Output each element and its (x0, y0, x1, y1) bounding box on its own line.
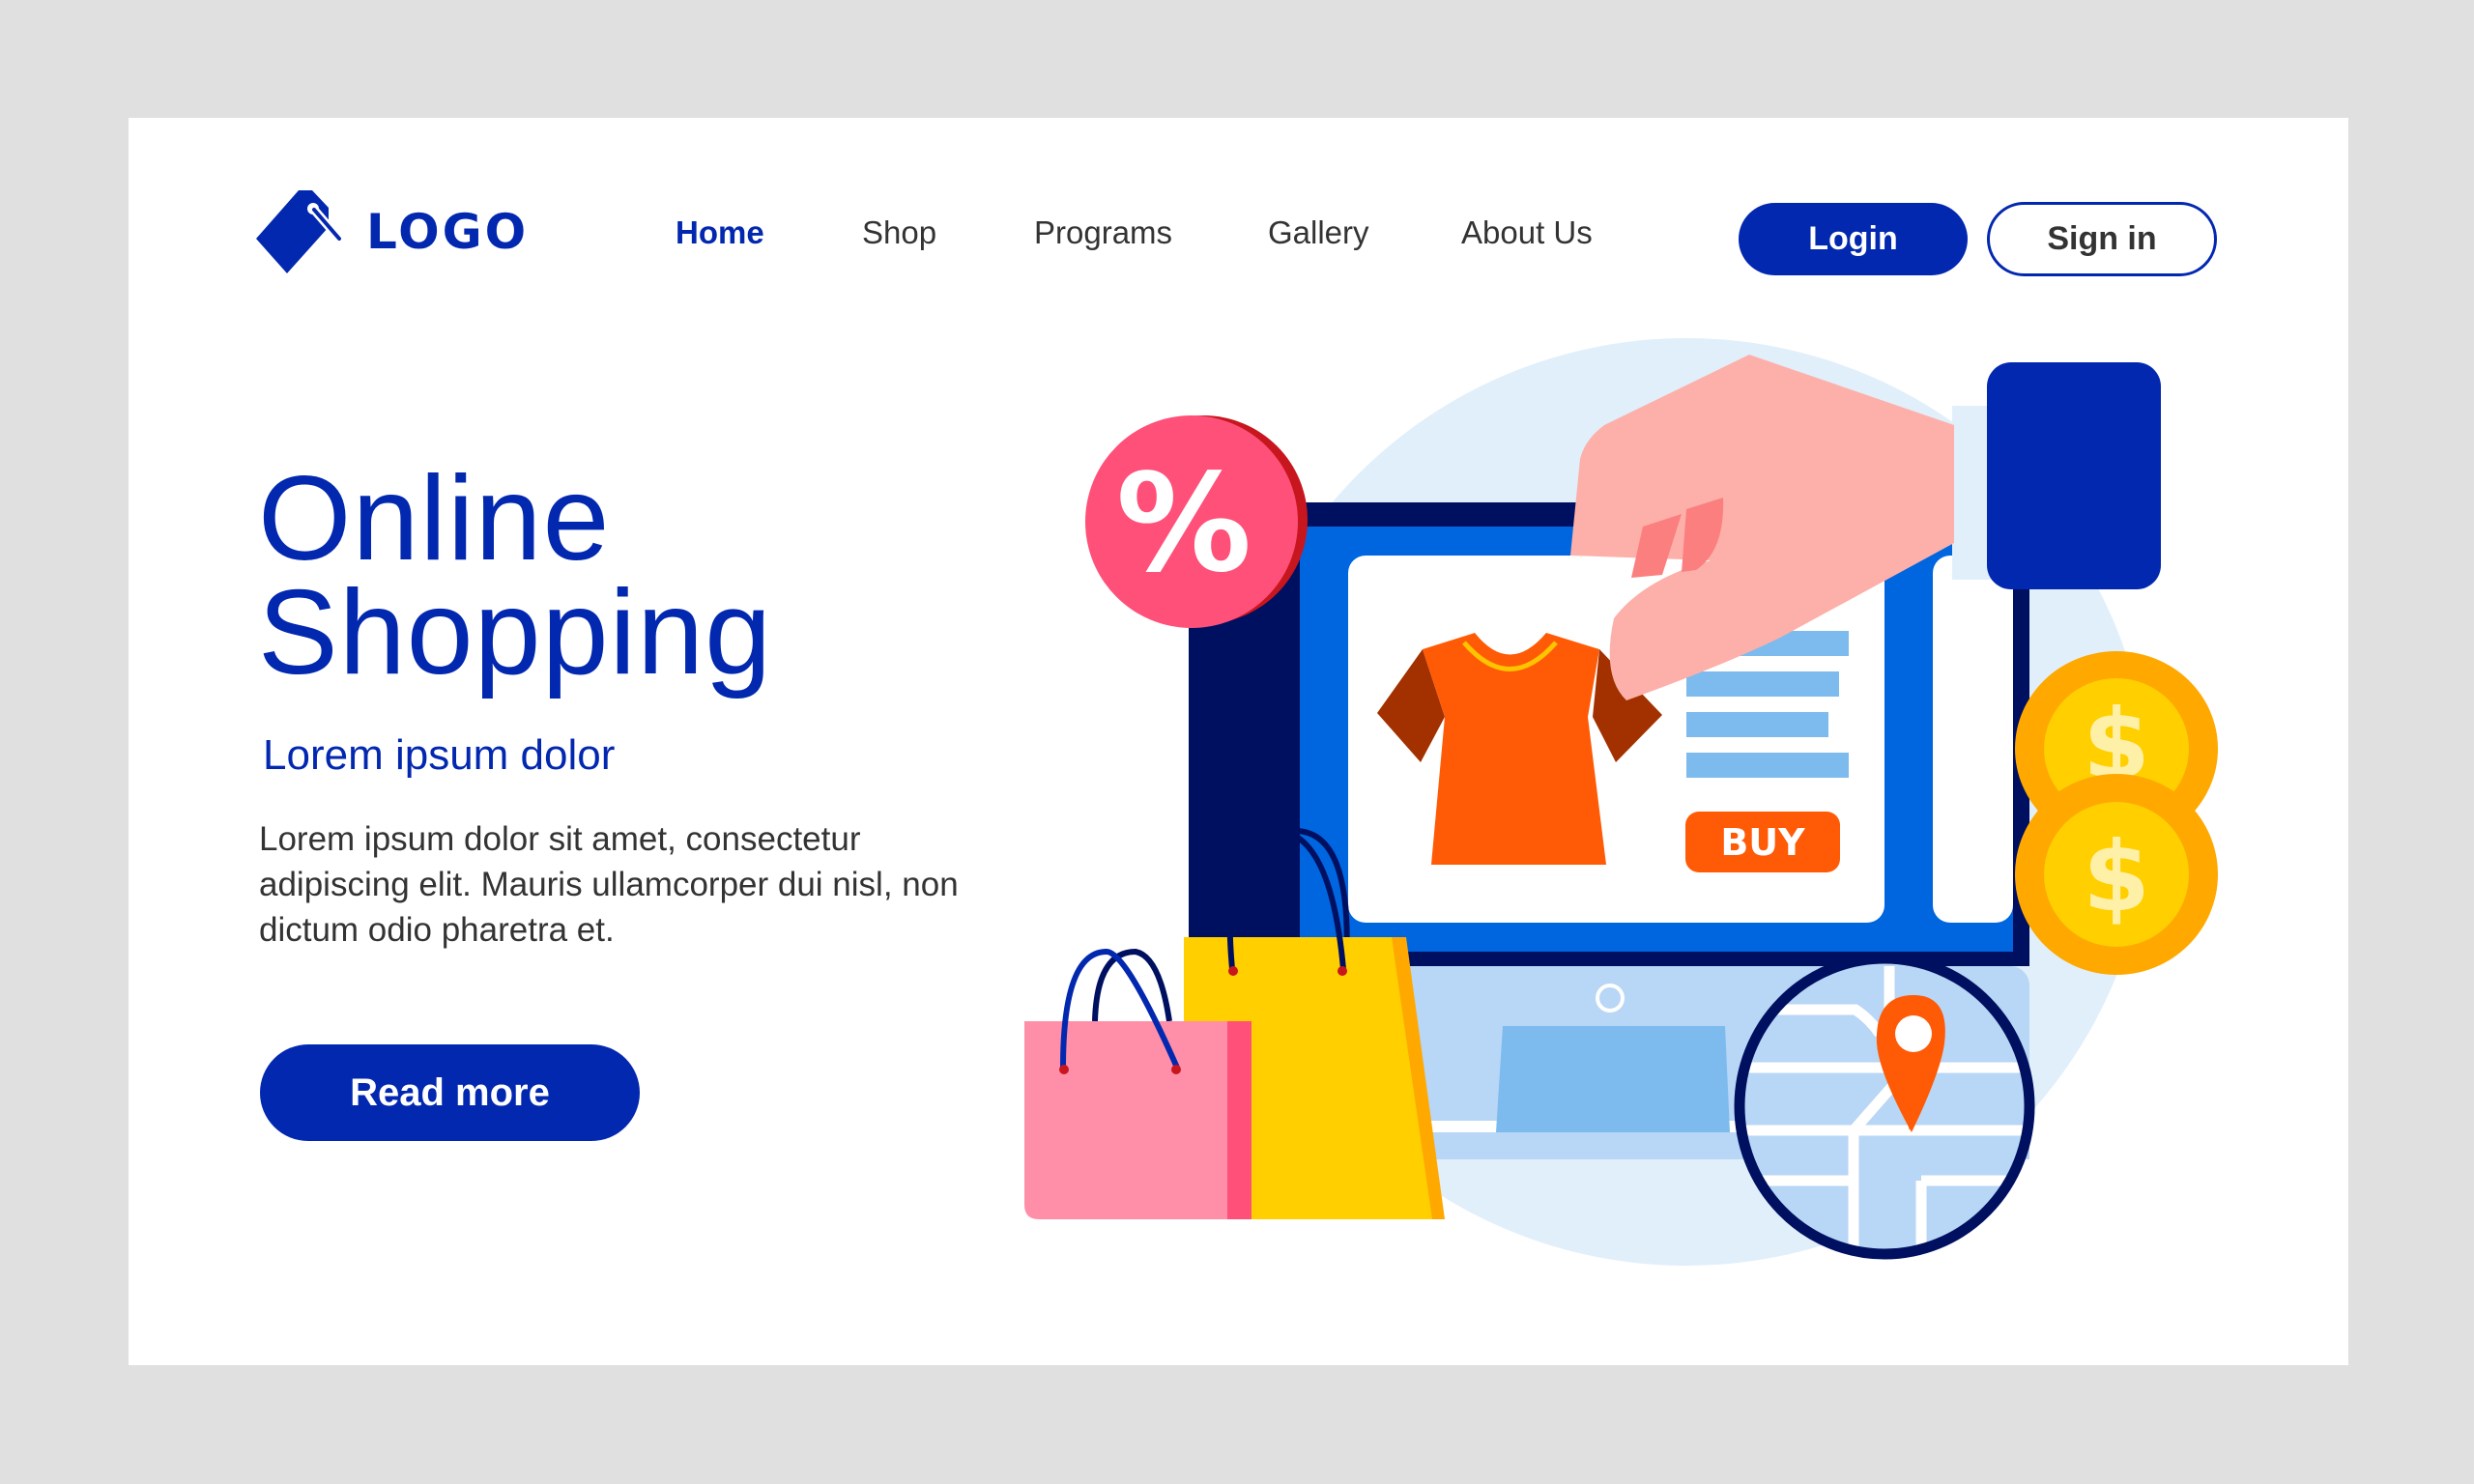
nav-shop[interactable]: Shop (862, 214, 936, 251)
buy-button[interactable]: BUY (1685, 812, 1840, 872)
sign-in-button[interactable]: Sign in (1987, 202, 2217, 276)
read-more-button[interactable]: Read more (260, 1044, 640, 1141)
logo-text: LOGO (366, 204, 530, 260)
buy-label: BUY (1720, 821, 1805, 864)
hero-subtitle: Lorem ipsum dolor (263, 731, 616, 779)
hero-description-line3: dictum odio pharetra et. (259, 911, 615, 949)
hero-description-line1: Lorem ipsum dolor sit amet, consectetur (259, 820, 861, 858)
logo[interactable]: LOGO (256, 188, 529, 275)
login-button[interactable]: Login (1739, 203, 1968, 275)
price-tag-icon (256, 190, 344, 273)
hero-description-line2: adipiscing elit. Mauris ullamcorper dui … (259, 866, 959, 903)
hero-description: Lorem ipsum dolor sit amet, consectetur … (259, 816, 1051, 953)
nav-home[interactable]: Home (676, 214, 764, 251)
nav-about-us[interactable]: About Us (1461, 214, 1593, 251)
nav-gallery[interactable]: Gallery (1268, 214, 1369, 251)
nav-programs[interactable]: Programs (1034, 214, 1172, 251)
hero-title: Online Shopping (258, 459, 772, 693)
hero-title-line2: Shopping (258, 566, 773, 699)
